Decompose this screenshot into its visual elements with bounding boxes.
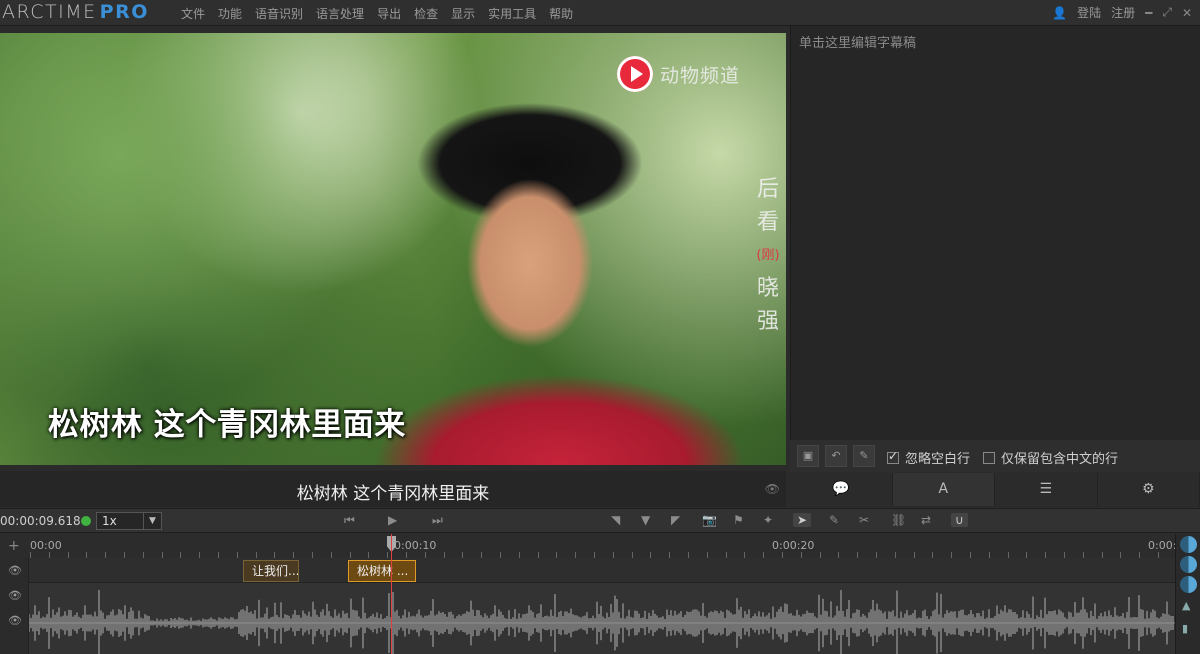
- font-icon[interactable]: A: [892, 473, 995, 506]
- channel-watermark: 动物频道: [660, 65, 741, 87]
- account-area: 👤 登陆 注册 ━ ⤢ ✕: [1052, 4, 1192, 21]
- bar-chart-icon[interactable]: ▮: [1182, 622, 1188, 635]
- mark-out-icon[interactable]: ◤: [671, 513, 680, 527]
- menu-tools[interactable]: 实用工具: [488, 5, 536, 22]
- menu-bar: ARCTIME PRO 文件 功能 语音识别 语言处理 导出 检查 显示 实用工具…: [0, 0, 1200, 26]
- menu-help[interactable]: 帮助: [549, 5, 573, 22]
- editor-tabs: 💬 A ☰ ⚙: [790, 473, 1200, 506]
- area-chart-icon[interactable]: ▲: [1182, 599, 1190, 612]
- play-icon[interactable]: ▶: [388, 513, 397, 527]
- checkbox-unchecked[interactable]: [983, 451, 995, 464]
- audio-waveform[interactable]: [29, 583, 1175, 654]
- logo-text: ARCTIME: [2, 1, 97, 23]
- menu-language-processing[interactable]: 语言处理: [316, 5, 364, 22]
- subtitle-clip-selected[interactable]: 松树林 ...: [348, 560, 416, 582]
- menu-display[interactable]: 显示: [451, 5, 475, 22]
- status-indicator: [81, 516, 91, 526]
- timeline-side-tools: ▲ ▮: [1175, 534, 1200, 654]
- channel-logo: [617, 56, 653, 92]
- pencil-icon[interactable]: ✎: [853, 445, 875, 467]
- prev-icon[interactable]: ⏮: [344, 513, 355, 528]
- menu-file[interactable]: 文件: [181, 5, 205, 22]
- expand-icon[interactable]: ⤢: [1162, 5, 1172, 20]
- menu-function[interactable]: 功能: [218, 5, 242, 22]
- vertical-watermark: 后 看 (刚) 晓 强: [756, 177, 780, 334]
- camera-icon[interactable]: 📷: [702, 513, 717, 527]
- collapse-icon[interactable]: ▣: [797, 445, 819, 467]
- playhead[interactable]: [391, 534, 392, 654]
- bookmark-icon[interactable]: ⚑: [733, 513, 744, 527]
- current-caption-bar: 松树林 这个青冈林里面来 👁: [0, 471, 786, 507]
- subtitle-lane[interactable]: 让我们... 松树林 ...: [29, 558, 1175, 583]
- menu-check[interactable]: 检查: [414, 5, 438, 22]
- speed-value: 1x: [102, 514, 117, 528]
- timecode-display: 00:00:09.618: [0, 514, 81, 528]
- magic-wand-icon[interactable]: ✦: [763, 513, 773, 527]
- current-caption-text[interactable]: 松树林 这个青冈林里面来: [0, 479, 786, 504]
- add-track-icon[interactable]: +: [8, 538, 20, 554]
- eye-icon[interactable]: 👁: [8, 589, 22, 602]
- script-editor-placeholder[interactable]: 单击这里编辑字幕稿: [799, 32, 916, 51]
- login-link[interactable]: 登陆: [1077, 4, 1101, 21]
- gear-icon[interactable]: ⚙: [1098, 473, 1200, 506]
- timeline-tracks[interactable]: 👁 👁 👁 让我们... 松树林 ...: [0, 558, 1175, 654]
- swap-icon[interactable]: ⇄: [921, 513, 931, 527]
- next-icon[interactable]: ⏭: [432, 513, 443, 528]
- main-menu: 文件 功能 语音识别 语言处理 导出 检查 显示 实用工具 帮助: [181, 5, 586, 22]
- keep-chinese-checkbox[interactable]: 仅保留包含中文的行: [983, 448, 1118, 467]
- video-preview[interactable]: 动物频道 后 看 (刚) 晓 强 松树林 这个青冈林里面来: [0, 33, 786, 465]
- user-icon: 👤: [1052, 5, 1068, 20]
- eye-icon[interactable]: 👁: [8, 614, 22, 627]
- keep-chinese-label: 仅保留包含中文的行: [1001, 452, 1119, 467]
- speed-indicator-icon[interactable]: [1180, 576, 1197, 593]
- video-subtitle: 松树林 这个青冈林里面来: [48, 407, 406, 443]
- zoom-indicator-icon[interactable]: [1180, 536, 1197, 553]
- chat-icon[interactable]: 💬: [790, 473, 893, 506]
- editor-options: ▣ ↶ ✎ 忽略空白行 仅保留包含中文的行: [790, 440, 1200, 472]
- minimize-icon[interactable]: ━: [1145, 6, 1152, 20]
- edit-tool-icon[interactable]: ✎: [829, 513, 839, 527]
- menu-speech-recognition[interactable]: 语音识别: [255, 5, 303, 22]
- magnet-icon[interactable]: ∪: [951, 513, 968, 527]
- ignore-blank-label: 忽略空白行: [905, 452, 971, 467]
- ruler-label: 0:00:20: [772, 539, 815, 552]
- speed-select[interactable]: 1x ▼: [96, 512, 162, 530]
- script-editor[interactable]: 单击这里编辑字幕稿: [790, 26, 1200, 440]
- ruler-label: 00:00: [30, 539, 62, 552]
- ruler-label: 0:00:: [1148, 539, 1177, 552]
- volume-indicator-icon[interactable]: [1180, 556, 1197, 573]
- close-icon[interactable]: ✕: [1182, 6, 1192, 20]
- ignore-blank-checkbox[interactable]: 忽略空白行: [887, 448, 970, 467]
- logo-pro-text: PRO: [99, 1, 149, 23]
- mark-down-icon[interactable]: ▼: [641, 513, 650, 527]
- subtitle-clip[interactable]: 让我们...: [243, 560, 299, 582]
- eye-icon[interactable]: 👁: [765, 482, 780, 496]
- eye-icon[interactable]: 👁: [8, 564, 22, 577]
- list-icon[interactable]: ☰: [995, 473, 1098, 506]
- select-tool-icon[interactable]: ➤: [793, 513, 812, 527]
- mark-in-icon[interactable]: ◥: [611, 513, 620, 527]
- link-icon[interactable]: ⛓: [891, 513, 906, 527]
- timeline-ruler[interactable]: + 00:00 0:00:10 0:00:20 0:00:: [0, 534, 1177, 558]
- chevron-down-icon[interactable]: ▼: [143, 513, 161, 529]
- ruler-label: 0:00:10: [394, 539, 437, 552]
- transport-bar: 00:00:09.618 1x ▼ ⏮ ▶ ⏭ ◥ ▼ ◤ 📷 ⚑ ✦ ➤ ✎ …: [0, 508, 1200, 533]
- menu-export[interactable]: 导出: [377, 5, 401, 22]
- app-logo: ARCTIME PRO: [2, 1, 149, 23]
- register-link[interactable]: 注册: [1111, 4, 1135, 21]
- scissors-icon[interactable]: ✂: [859, 513, 869, 527]
- checkbox-checked[interactable]: [887, 449, 899, 464]
- track-controls: 👁 👁 👁: [0, 558, 29, 654]
- undo-icon[interactable]: ↶: [825, 445, 847, 467]
